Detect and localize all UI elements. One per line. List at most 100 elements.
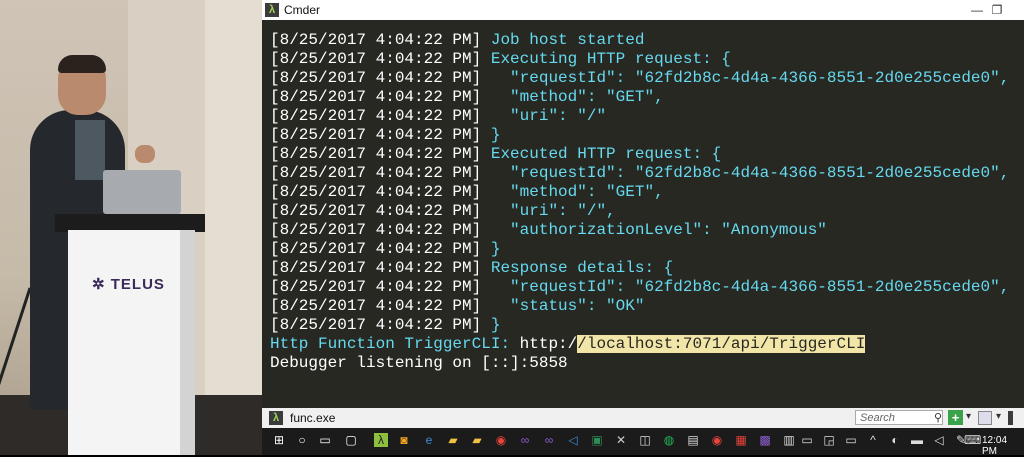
- app-icon[interactable]: ◫: [638, 433, 652, 447]
- console-line: [8/25/2017 4:04:22 PM] "authorizationLev…: [270, 221, 1020, 240]
- restore-icon[interactable]: ❐: [988, 1, 1006, 19]
- window-title: Cmder: [284, 3, 321, 17]
- app-icon[interactable]: ◉: [710, 433, 724, 447]
- app-icon[interactable]: ▤: [686, 433, 700, 447]
- log-timestamp: [8/25/2017 4:04:22 PM]: [270, 183, 482, 201]
- app-icon[interactable]: ▥: [782, 433, 796, 447]
- speaker-hair: [58, 55, 106, 73]
- taskbar-clock[interactable]: 12:04 PM: [982, 435, 1024, 457]
- speaker-video-feed: ✲ TELUS: [0, 0, 262, 455]
- app-icon[interactable]: ▢: [344, 433, 358, 447]
- console-line: [8/25/2017 4:04:22 PM] Job host started: [270, 31, 1020, 50]
- cmder-lambda-icon: λ: [265, 3, 279, 17]
- edge-icon[interactable]: e: [422, 433, 436, 447]
- log-message: "method": "GET",: [481, 183, 664, 201]
- chrome-icon[interactable]: ◉: [494, 433, 508, 447]
- app-tray-icon[interactable]: ◐: [888, 433, 902, 447]
- debugger-line: Debugger listening on [::]:5858: [270, 354, 568, 372]
- scrollbar[interactable]: [1008, 411, 1013, 425]
- http-function-label: Http Function TriggerCLI:: [270, 335, 511, 353]
- selected-url[interactable]: /localhost:7071/api/TriggerCLI: [577, 335, 866, 353]
- task-view-icon[interactable]: ▭: [318, 433, 332, 447]
- console-line: [8/25/2017 4:04:22 PM] }: [270, 240, 1020, 259]
- tab-bar: λ func.exe Search ⚲ + ▾ ▾: [262, 408, 1024, 428]
- speaker-shirt: [75, 120, 105, 180]
- app-icon[interactable]: ▣: [590, 433, 604, 447]
- outlook-icon[interactable]: ◙: [397, 433, 411, 447]
- console-output[interactable]: [8/25/2017 4:04:22 PM] Job host started[…: [270, 31, 1020, 401]
- podium-edge: [180, 230, 195, 455]
- log-message: Executed HTTP request: {: [481, 145, 722, 163]
- search-icon[interactable]: ⚲: [934, 411, 942, 424]
- new-tab-button[interactable]: +: [948, 410, 963, 425]
- console-line: [8/25/2017 4:04:22 PM] "status": "OK": [270, 297, 1020, 316]
- log-message: Response details: {: [481, 259, 674, 277]
- folder-icon[interactable]: ▰: [470, 433, 484, 447]
- search-input[interactable]: Search: [855, 410, 943, 425]
- podium-logo: ✲ TELUS: [92, 276, 165, 293]
- log-timestamp: [8/25/2017 4:04:22 PM]: [270, 50, 482, 68]
- windows-taskbar: ⊞ ○ ▭ ▢ λ ◙ e ▰ ▰ ◉ ∞ ∞ ◁ ▣ ✕ ◫ ◍ ▤ ◉ ▦ …: [262, 428, 1024, 457]
- network-icon[interactable]: ◲: [822, 433, 836, 447]
- log-timestamp: [8/25/2017 4:04:22 PM]: [270, 297, 482, 315]
- telus-logo-icon: ✲: [92, 276, 111, 293]
- keyboard-icon[interactable]: ⌨: [964, 433, 981, 447]
- laptop: [103, 170, 181, 214]
- cable: [0, 287, 32, 403]
- log-message: }: [481, 126, 501, 144]
- log-timestamp: [8/25/2017 4:04:22 PM]: [270, 69, 482, 87]
- console-line: [8/25/2017 4:04:22 PM] "requestId": "62f…: [270, 164, 1020, 183]
- log-timestamp: [8/25/2017 4:04:22 PM]: [270, 221, 482, 239]
- log-message: "status": "OK": [481, 297, 645, 315]
- log-message: "requestId": "62fd2b8c-4d4a-4366-8551-2d…: [481, 69, 1010, 87]
- console-line: [8/25/2017 4:04:22 PM] Executed HTTP req…: [270, 145, 1020, 164]
- windows-start-icon[interactable]: ⊞: [272, 433, 286, 447]
- cortana-icon[interactable]: ○: [295, 433, 309, 447]
- console-line: [8/25/2017 4:04:22 PM] "uri": "/": [270, 107, 1020, 126]
- vscode-icon[interactable]: ◁: [566, 433, 580, 447]
- minimize-icon[interactable]: —: [968, 1, 986, 19]
- app-icon[interactable]: ▦: [734, 433, 748, 447]
- console-line: [8/25/2017 4:04:22 PM] }: [270, 316, 1020, 335]
- log-message: "method": "GET",: [481, 88, 664, 106]
- wall-panel: [205, 0, 262, 455]
- console-line: [8/25/2017 4:04:22 PM] "requestId": "62f…: [270, 69, 1020, 88]
- visual-studio-icon[interactable]: ∞: [542, 433, 556, 447]
- log-timestamp: [8/25/2017 4:04:22 PM]: [270, 202, 482, 220]
- battery-icon[interactable]: ▬: [910, 433, 924, 447]
- log-timestamp: [8/25/2017 4:04:22 PM]: [270, 88, 482, 106]
- split-view-icon[interactable]: [978, 411, 992, 425]
- notification-icon[interactable]: ▭: [844, 433, 858, 447]
- dropdown-icon[interactable]: ▾: [996, 411, 1001, 422]
- app-icon[interactable]: ✕: [614, 433, 628, 447]
- notification-icon[interactable]: ▭: [800, 433, 814, 447]
- dropdown-icon[interactable]: ▾: [966, 411, 971, 422]
- file-explorer-icon[interactable]: ▰: [446, 433, 460, 447]
- console-line: [8/25/2017 4:04:22 PM] Response details:…: [270, 259, 1020, 278]
- console-line: [8/25/2017 4:04:22 PM] Executing HTTP re…: [270, 50, 1020, 69]
- log-timestamp: [8/25/2017 4:04:22 PM]: [270, 145, 482, 163]
- app-icon[interactable]: ▩: [758, 433, 772, 447]
- http-function-line: Http Function TriggerCLI: http://localho…: [270, 335, 1020, 354]
- log-timestamp: [8/25/2017 4:04:22 PM]: [270, 278, 482, 296]
- console-line: [8/25/2017 4:04:22 PM] "requestId": "62f…: [270, 278, 1020, 297]
- speaker-hand: [135, 145, 155, 163]
- log-timestamp: [8/25/2017 4:04:22 PM]: [270, 240, 482, 258]
- log-message: Executing HTTP request: {: [481, 50, 731, 68]
- title-bar[interactable]: λ Cmder — ❐: [262, 0, 1024, 20]
- log-message: "uri": "/",: [481, 202, 616, 220]
- log-message: "requestId": "62fd2b8c-4d4a-4366-8551-2d…: [481, 164, 1010, 182]
- cmder-window: λ Cmder — ❐ [8/25/2017 4:04:22 PM] Job h…: [262, 0, 1024, 457]
- chevron-up-icon[interactable]: ^: [866, 433, 880, 447]
- volume-mute-icon[interactable]: ◁: [932, 433, 946, 447]
- url-prefix: http:/: [510, 335, 578, 353]
- cmder-taskbar-icon[interactable]: λ: [374, 433, 388, 447]
- visual-studio-icon[interactable]: ∞: [518, 433, 532, 447]
- log-message: }: [481, 240, 501, 258]
- console-line: [8/25/2017 4:04:22 PM] "method": "GET",: [270, 183, 1020, 202]
- log-timestamp: [8/25/2017 4:04:22 PM]: [270, 259, 482, 277]
- log-message: }: [481, 316, 501, 334]
- log-message: "authorizationLevel": "Anonymous": [481, 221, 827, 239]
- tab-func-exe[interactable]: func.exe: [290, 411, 335, 425]
- spotify-icon[interactable]: ◍: [662, 433, 676, 447]
